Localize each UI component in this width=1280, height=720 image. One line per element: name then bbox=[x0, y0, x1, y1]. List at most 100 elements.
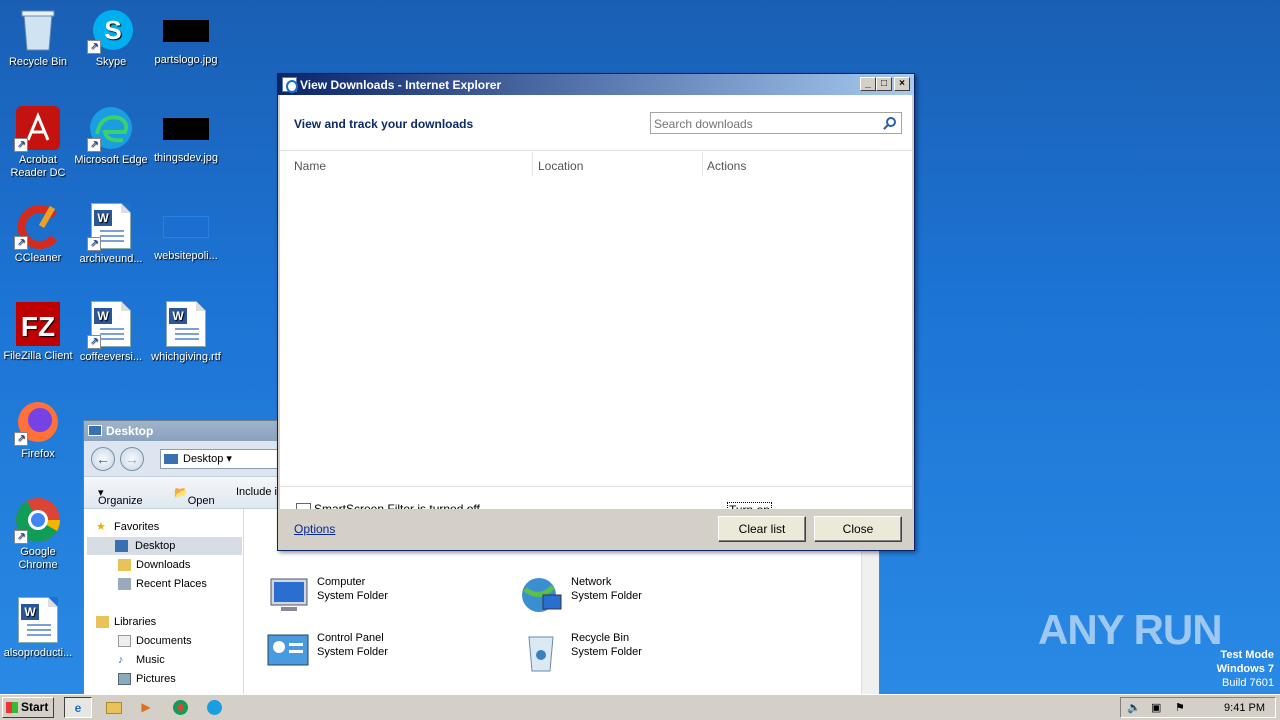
clear-list-button[interactable]: Clear list bbox=[718, 516, 806, 542]
desktop-icon-coffeeversi[interactable]: W ↗ coffeeversi... bbox=[73, 300, 149, 364]
column-headers: Name Location Actions bbox=[280, 152, 912, 178]
desktop-icon-label: Microsoft Edge bbox=[74, 154, 148, 166]
options-link[interactable]: Options bbox=[294, 522, 335, 536]
taskbar-edge-button[interactable] bbox=[200, 697, 228, 718]
taskbar-chrome-button[interactable] bbox=[166, 697, 194, 718]
ccleaner-icon: ↗ bbox=[14, 202, 62, 250]
taskbar: Start e ▶ 🔈 ▣ ⚑ 9:41 PM bbox=[0, 694, 1280, 720]
desktop-icon-ccleaner[interactable]: ↗ CCleaner bbox=[0, 202, 76, 265]
nav-documents[interactable]: Documents bbox=[118, 632, 192, 650]
recycle-bin-icon bbox=[14, 6, 62, 54]
word-document-icon: W ↗ bbox=[87, 301, 135, 349]
desktop-icon-skype[interactable]: S ↗ Skype bbox=[73, 6, 149, 69]
back-button[interactable]: ← bbox=[91, 447, 115, 471]
maximize-button[interactable]: □ bbox=[876, 77, 892, 91]
minimize-button[interactable]: _ bbox=[860, 77, 876, 91]
address-text: Desktop bbox=[183, 453, 224, 465]
pictures-icon bbox=[118, 673, 131, 685]
item-name: Control Panel bbox=[317, 632, 384, 644]
column-actions[interactable]: Actions bbox=[707, 159, 746, 173]
item-type: System Folder bbox=[571, 646, 642, 658]
downloads-header: View and track your downloads bbox=[280, 95, 912, 151]
item-name: Recycle Bin bbox=[571, 632, 630, 644]
recent-places-icon bbox=[118, 578, 131, 590]
downloads-folder-icon bbox=[118, 559, 131, 571]
organize-button[interactable]: Organize ▾ bbox=[98, 486, 143, 507]
network-tray-icon[interactable]: ▣ bbox=[1151, 701, 1161, 714]
column-name[interactable]: Name bbox=[294, 159, 326, 173]
address-bar[interactable]: Desktop ▾ bbox=[160, 449, 280, 469]
desktop-icon-alsoproducti[interactable]: W alsoproducti... bbox=[0, 596, 76, 660]
explorer-title: Desktop bbox=[106, 424, 154, 438]
clock[interactable]: 9:41 PM bbox=[1224, 702, 1265, 714]
desktop-icon-whichgiving[interactable]: W whichgiving.rtf bbox=[148, 300, 224, 364]
media-player-icon: ▶ bbox=[141, 700, 151, 714]
view-downloads-dialog[interactable]: View Downloads - Internet Explorer _ □ ×… bbox=[277, 73, 915, 551]
windows-version-line: Windows 7 bbox=[1216, 663, 1274, 675]
desktop-icon-label: Recycle Bin bbox=[8, 56, 68, 68]
desktop-folder-icon bbox=[164, 454, 178, 464]
desktop-icon-filezilla[interactable]: FZ FileZilla Client bbox=[0, 300, 76, 363]
desktop-icon-label: FileZilla Client bbox=[3, 350, 73, 362]
search-box[interactable] bbox=[650, 112, 902, 134]
desktop-icon-label: thingsdev.jpg bbox=[153, 152, 218, 164]
desktop-icon-partslogo[interactable]: partslogo.jpg bbox=[148, 6, 224, 67]
forward-button[interactable]: → bbox=[120, 447, 144, 471]
desktop-icon-label: coffeeversi... bbox=[79, 351, 143, 363]
word-document-icon: W ↗ bbox=[87, 203, 135, 251]
start-button[interactable]: Start bbox=[2, 697, 54, 718]
svg-text:FZ: FZ bbox=[21, 311, 55, 342]
test-mode-line: Test Mode bbox=[1220, 649, 1274, 661]
desktop-folder-icon bbox=[88, 425, 102, 436]
desktop-icon-label: websitepoli... bbox=[154, 250, 218, 262]
nav-desktop[interactable]: Desktop bbox=[87, 537, 242, 555]
item-name: Computer bbox=[317, 576, 366, 588]
folder-item-recycle-bin[interactable]: Recycle Bin System Folder bbox=[519, 631, 642, 675]
filezilla-icon: FZ bbox=[14, 300, 62, 348]
nav-favorites[interactable]: ★ Favorites bbox=[96, 518, 159, 536]
desktop-icon-archiveund[interactable]: W ↗ archiveund... bbox=[73, 202, 149, 266]
column-divider[interactable] bbox=[702, 152, 703, 176]
music-icon: ♪ bbox=[118, 654, 124, 666]
nav-music[interactable]: ♪ Music bbox=[118, 651, 165, 669]
close-window-button[interactable]: × bbox=[894, 77, 910, 91]
action-center-flag-icon[interactable]: ⚑ bbox=[1175, 701, 1185, 714]
desktop-icon-thingsdev[interactable]: thingsdev.jpg bbox=[148, 104, 224, 165]
chrome-icon bbox=[172, 700, 188, 716]
column-location[interactable]: Location bbox=[538, 159, 583, 173]
nav-recent-places[interactable]: Recent Places bbox=[118, 575, 207, 593]
taskbar-media-player-button[interactable]: ▶ bbox=[132, 697, 160, 718]
downloads-list bbox=[280, 179, 912, 485]
word-document-icon: W bbox=[162, 301, 210, 349]
taskbar-ie-button[interactable]: e bbox=[64, 697, 92, 718]
column-divider[interactable] bbox=[532, 152, 533, 176]
desktop-icon-chrome[interactable]: ↗ Google Chrome bbox=[0, 496, 76, 572]
nav-downloads[interactable]: Downloads bbox=[118, 556, 190, 574]
nav-pictures[interactable]: Pictures bbox=[118, 670, 176, 688]
close-button[interactable]: Close bbox=[814, 516, 902, 542]
open-button[interactable]: 📂 Open bbox=[174, 486, 215, 507]
star-icon: ★ bbox=[96, 521, 106, 533]
desktop-icon-edge[interactable]: ↗ Microsoft Edge bbox=[73, 104, 149, 167]
folder-item-network[interactable]: Network System Folder bbox=[519, 575, 642, 619]
taskbar-explorer-button[interactable] bbox=[100, 697, 128, 718]
desktop-icon-acrobat[interactable]: ↗ Acrobat Reader DC bbox=[0, 104, 76, 180]
dialog-titlebar[interactable]: View Downloads - Internet Explorer _ □ × bbox=[278, 74, 914, 95]
dialog-footer: Options Clear list Close bbox=[280, 509, 912, 549]
folder-item-control-panel[interactable]: Control Panel System Folder bbox=[265, 631, 388, 675]
nav-libraries[interactable]: Libraries bbox=[96, 613, 156, 631]
dialog-title: View Downloads - Internet Explorer bbox=[300, 78, 502, 92]
search-icon[interactable] bbox=[886, 117, 896, 127]
include-button[interactable]: Include i bbox=[236, 486, 277, 498]
desktop-icon-label: Google Chrome bbox=[18, 546, 58, 571]
documents-icon bbox=[118, 635, 131, 647]
volume-icon[interactable]: 🔈 bbox=[1127, 701, 1141, 714]
desktop-icon-firefox[interactable]: ↗ Firefox bbox=[0, 398, 76, 461]
search-input[interactable] bbox=[654, 115, 874, 133]
folder-item-computer[interactable]: Computer System Folder bbox=[265, 575, 388, 619]
item-type: System Folder bbox=[571, 590, 642, 602]
desktop-icon-websitepoli[interactable]: websitepoli... bbox=[148, 202, 224, 263]
internet-explorer-icon bbox=[282, 77, 298, 93]
downloads-heading: View and track your downloads bbox=[294, 117, 474, 131]
desktop-icon-recycle-bin[interactable]: Recycle Bin bbox=[0, 6, 76, 69]
